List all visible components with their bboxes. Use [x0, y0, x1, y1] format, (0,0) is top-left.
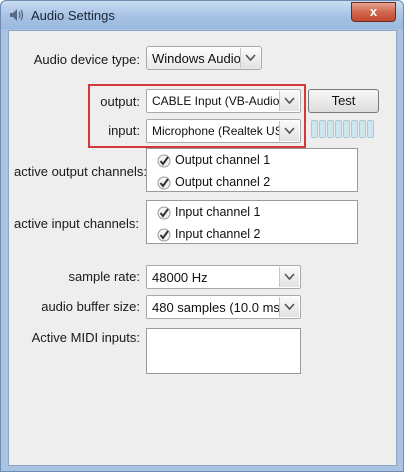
close-button[interactable]: x — [351, 2, 396, 22]
checkbox-checked-icon[interactable] — [157, 206, 171, 220]
buffer-size-label: audio buffer size: — [41, 299, 140, 314]
input-device-dropdown[interactable]: Microphone (Realtek USB... — [146, 119, 301, 143]
sample-rate-label: sample rate: — [68, 269, 140, 284]
speaker-settings-icon — [10, 9, 24, 21]
input-device-value: Microphone (Realtek USB... — [152, 124, 280, 138]
input-channel-1-label: Input channel 1 — [175, 205, 261, 219]
meter-segment — [327, 120, 334, 138]
output-channel-2-label: Output channel 2 — [175, 175, 271, 189]
settings-panel: Audio device type: Windows Audio output:… — [8, 30, 397, 466]
audio-settings-window: Audio Settings x Audio device type: Wind… — [0, 0, 404, 472]
test-button[interactable]: Test — [308, 89, 379, 113]
output-device-arrow[interactable] — [279, 91, 299, 111]
buffer-size-arrow[interactable] — [279, 297, 299, 317]
buffer-size-value: 480 samples (10.0 ms) — [152, 300, 280, 315]
output-channels-list: Output channel 1 Output channel 2 — [146, 148, 358, 192]
midi-inputs-label: Active MIDI inputs: — [31, 330, 140, 345]
active-output-channels-label: active output channels: — [14, 164, 147, 179]
input-channel-2-label: Input channel 2 — [175, 227, 261, 241]
device-type-arrow[interactable] — [240, 48, 260, 68]
meter-segment — [335, 120, 342, 138]
meter-segment — [319, 120, 326, 138]
device-type-value: Windows Audio — [152, 51, 240, 66]
meter-segment — [343, 120, 350, 138]
buffer-size-dropdown[interactable]: 480 samples (10.0 ms) — [146, 295, 301, 319]
meter-segment — [367, 120, 374, 138]
output-device-value: CABLE Input (VB-Audio ... — [152, 94, 280, 108]
chevron-down-icon — [245, 54, 256, 62]
checkbox-checked-icon[interactable] — [157, 228, 171, 242]
input-label: input: — [108, 123, 140, 138]
active-input-channels-label: active input channels: — [14, 216, 140, 231]
chevron-down-icon — [284, 97, 295, 105]
output-device-dropdown[interactable]: CABLE Input (VB-Audio ... — [146, 89, 301, 113]
input-channels-list: Input channel 1 Input channel 2 — [146, 200, 358, 244]
output-channel-1-label: Output channel 1 — [175, 153, 271, 167]
chevron-down-icon — [284, 273, 295, 281]
device-type-label: Audio device type: — [33, 52, 140, 67]
input-device-arrow[interactable] — [279, 121, 299, 141]
title-bar[interactable]: Audio Settings x — [1, 1, 403, 29]
sample-rate-value: 48000 Hz — [152, 270, 208, 285]
chevron-down-icon — [284, 303, 295, 311]
meter-segment — [351, 120, 358, 138]
meter-segment — [359, 120, 366, 138]
midi-inputs-list[interactable] — [146, 328, 301, 374]
checkbox-checked-icon[interactable] — [157, 154, 171, 168]
meter-segment — [311, 120, 318, 138]
close-icon: x — [369, 4, 378, 19]
output-label: output: — [100, 94, 140, 109]
window-title: Audio Settings — [31, 8, 115, 23]
chevron-down-icon — [284, 127, 295, 135]
input-level-meter — [311, 120, 377, 140]
checkbox-checked-icon[interactable] — [157, 176, 171, 190]
sample-rate-arrow[interactable] — [279, 267, 299, 287]
device-type-dropdown[interactable]: Windows Audio — [146, 46, 262, 70]
sample-rate-dropdown[interactable]: 48000 Hz — [146, 265, 301, 289]
